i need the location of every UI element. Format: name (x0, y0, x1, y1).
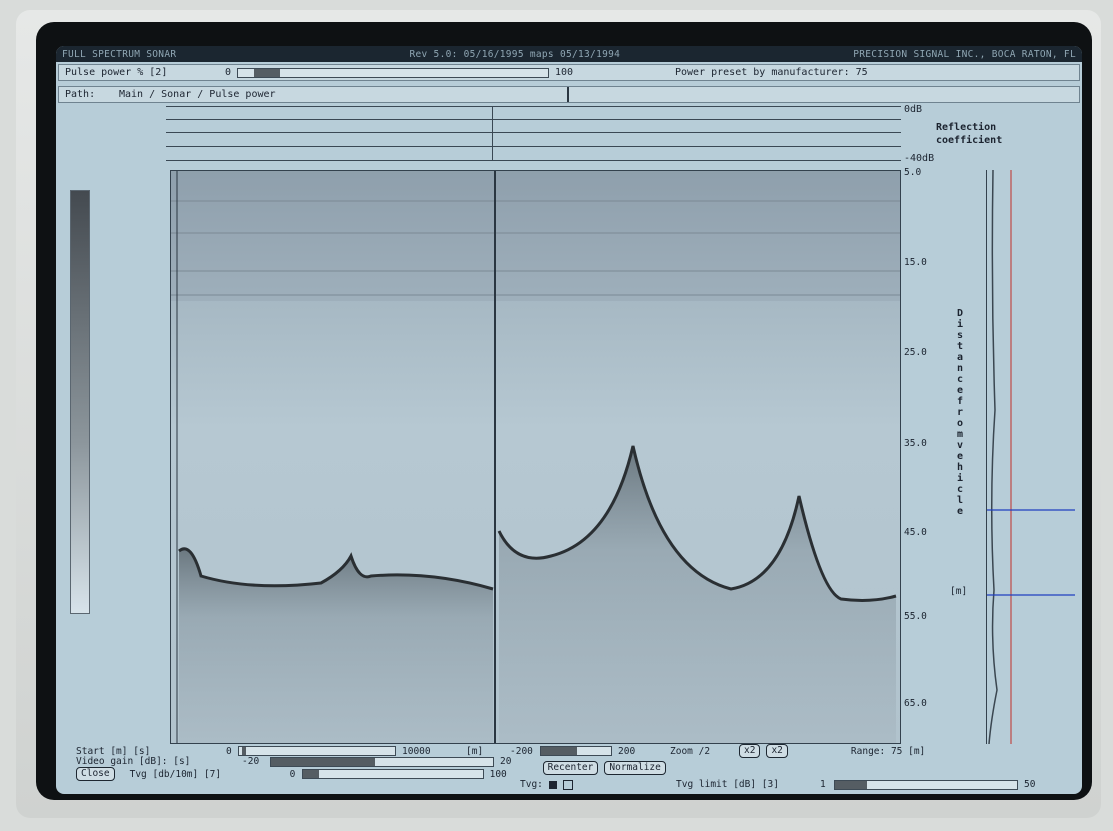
pulse-power-slider[interactable] (237, 67, 549, 78)
tvg-limit-max: 50 (1024, 779, 1036, 790)
tvg-limit-row: Tvg limit [dB] [3] 1 50 (676, 779, 1035, 790)
zoom-out-button[interactable]: x2 (739, 744, 761, 758)
pulse-power-min: 0 (225, 67, 232, 78)
video-gain-slider-thumb[interactable] (271, 757, 375, 766)
tvg-min: 0 (289, 768, 296, 780)
sonar-echo-svg (171, 171, 900, 743)
video-gain-slider[interactable] (270, 756, 494, 767)
reflection-trace (988, 169, 998, 745)
pulse-power-row: Pulse power % [2] 0 100 Power preset by … (58, 64, 1080, 81)
tvg-limit-label: Tvg limit [dB] [3] (676, 779, 779, 790)
tvg-limit-min: 1 (820, 779, 826, 790)
sonar-screen: FULL SPECTRUM SONAR Rev 5.0: 05/16/1995 … (56, 46, 1082, 794)
tvg-slider-thumb[interactable] (302, 770, 319, 778)
start-unit: [m] (466, 745, 484, 757)
pulse-power-max: 100 (555, 67, 574, 78)
revision-text: Rev 5.0: 05/16/1995 maps 05/13/1994 (409, 48, 621, 60)
zoom-in-button[interactable]: x2 (766, 744, 788, 758)
path-label: Path: (65, 89, 96, 100)
pulse-power-label: Pulse power % [2] (65, 67, 168, 78)
start-slider[interactable] (238, 746, 396, 756)
depth-tick: 65.0 (904, 698, 927, 709)
app-title: FULL SPECTRUM SONAR (62, 48, 177, 60)
start-label: Start [m] [s] (76, 745, 151, 757)
video-gain-label: Video gain [dB]: [s] (76, 756, 191, 767)
reflection-bottom-label: -40dB (904, 153, 935, 164)
company-name: PRECISION SIGNAL INC., BOCA RATON, FL (853, 48, 1076, 60)
start-min: 0 (226, 745, 232, 757)
recenter-button[interactable]: Recenter (542, 761, 599, 775)
tvg-limit-slider-thumb[interactable] (835, 780, 867, 789)
reflection-trace-panel (986, 169, 1075, 745)
normalize-button[interactable]: Normalize (604, 761, 666, 775)
tvg-limit-slider[interactable] (834, 779, 1018, 790)
path-row: Path: Main / Sonar / Pulse power (58, 86, 1080, 103)
depth-tick: 35.0 (904, 438, 927, 449)
sonar-image (170, 170, 901, 744)
range-label: Range: 75 [m] (850, 745, 926, 757)
depth-axis-title: Distance from vehicle (956, 308, 964, 517)
pan-min: -200 (510, 745, 533, 757)
pulse-power-slider-thumb[interactable] (253, 68, 280, 77)
tvg-max: 100 (489, 768, 507, 780)
reflection-strip (166, 106, 901, 162)
depth-tick: 5.0 (904, 167, 922, 178)
path-divider (567, 87, 569, 102)
path-value: Main / Sonar / Pulse power (119, 89, 276, 100)
gain-row: Video gain [dB]: [s] -20 20 (76, 756, 511, 767)
title-bar: FULL SPECTRUM SONAR Rev 5.0: 05/16/1995 … (56, 46, 1082, 62)
gain-scale-bar (70, 190, 90, 614)
tvg-on-radio[interactable] (548, 780, 557, 789)
reflection-title: Reflection coefficient (936, 122, 1003, 146)
tvg-row: Close Tvg [db/10m] [7] 0 100 Recenter No… (76, 761, 669, 781)
pan-slider[interactable] (540, 746, 612, 756)
start-max: 10000 (402, 745, 431, 757)
gain-max: 20 (500, 756, 512, 767)
tvg-slider[interactable] (301, 769, 484, 779)
gain-min: -20 (242, 756, 260, 767)
tvg-off-radio[interactable] (562, 779, 573, 790)
depth-tick: 55.0 (904, 611, 927, 622)
close-button[interactable]: Close (76, 767, 115, 781)
pan-max: 200 (618, 745, 636, 757)
tvg-toggle-label: Tvg: (520, 779, 543, 790)
depth-tick: 25.0 (904, 347, 927, 358)
zoom-label: Zoom /2 (670, 745, 711, 757)
reflection-top-label: 0dB (904, 104, 923, 115)
start-slider-thumb[interactable] (242, 747, 246, 755)
tvg-label: Tvg [db/10m] [7] (129, 768, 222, 780)
depth-tick: 45.0 (904, 527, 927, 538)
tvg-toggle-row: Tvg: (520, 779, 576, 790)
pan-slider-thumb[interactable] (541, 747, 577, 755)
depth-unit: [m] (950, 586, 968, 597)
depth-tick: 15.0 (904, 257, 927, 268)
power-preset-text: Power preset by manufacturer: 75 (675, 67, 868, 78)
